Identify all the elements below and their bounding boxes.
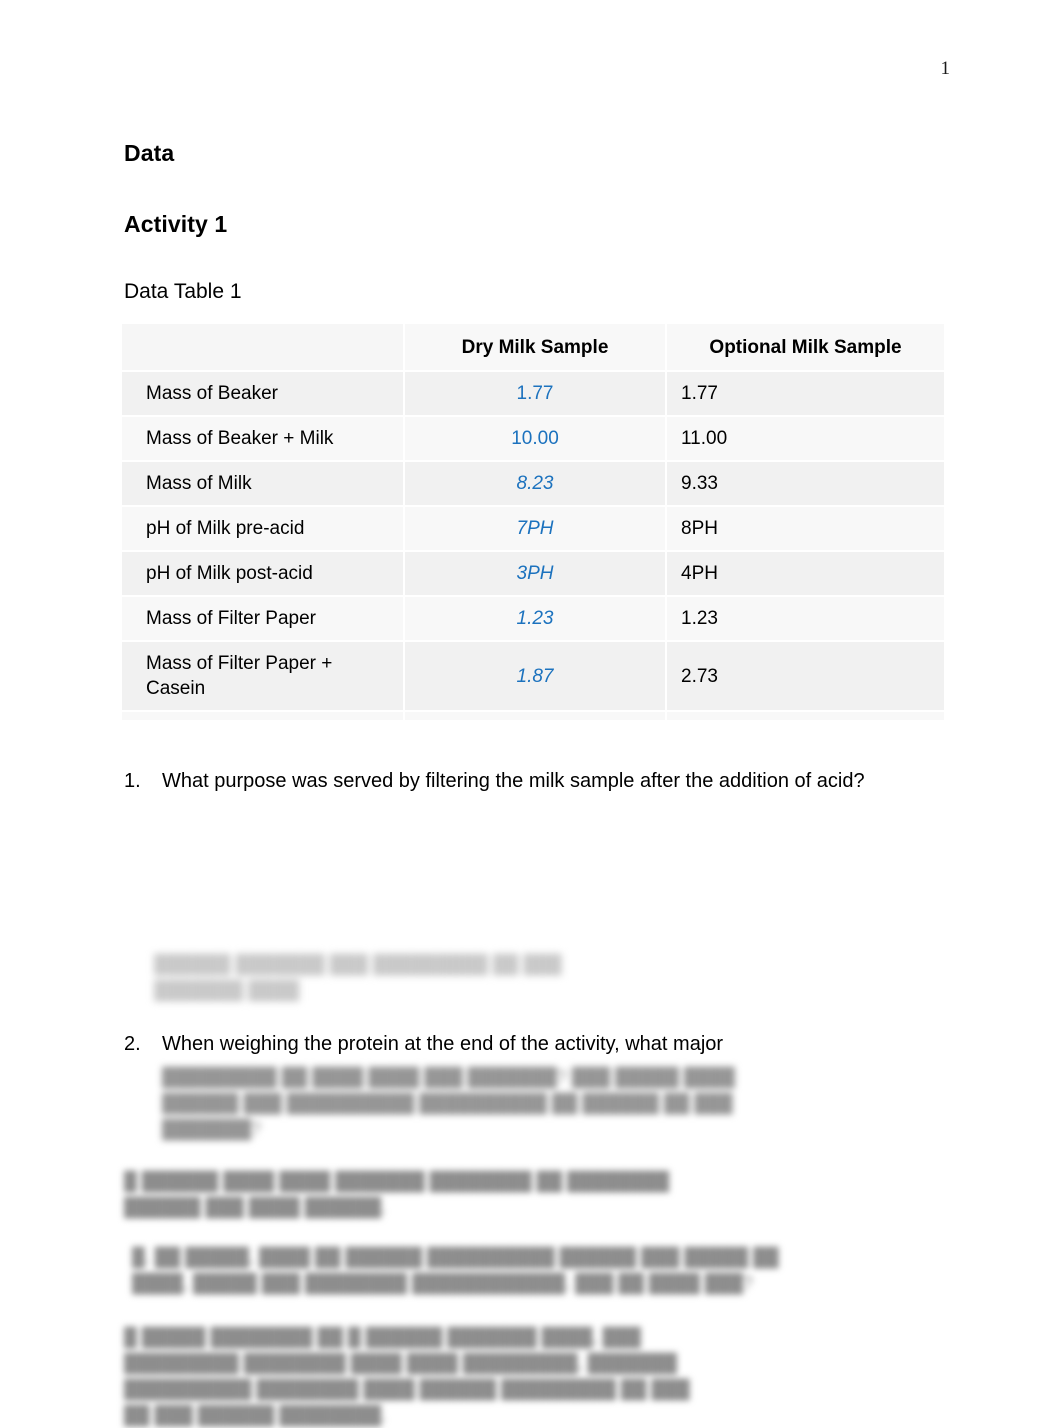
column-header-dry-milk: Dry Milk Sample — [404, 324, 667, 372]
redacted-text-above-question-2: ██████ ███████ ███ █████████ ██ ███ ████… — [154, 954, 562, 1000]
question-2: 2. When weighing the protein at the end … — [124, 1031, 940, 1058]
row-label: Mass of Milk — [122, 461, 405, 507]
row-label: Mass of Beaker + Milk — [122, 416, 405, 462]
page-title: Data — [124, 140, 175, 166]
cell-dry-milk: 22.7 — [404, 711, 667, 720]
table-row: Mass of Beaker 1.77 1.77 — [122, 371, 944, 417]
cell-optional-milk: 4PH — [666, 551, 944, 597]
cell-optional-milk: 9.33 — [666, 461, 944, 507]
redacted-answer-3: █ █████ ████████ ██ █ ██████ ███████ ███… — [124, 1327, 690, 1425]
row-label: Mass of Filter Paper — [122, 596, 405, 642]
table-row: Mass of Beaker + Milk 10.00 11.00 — [122, 416, 944, 462]
cell-dry-milk: 3PH — [404, 551, 667, 597]
document-content: Data Activity 1 Data Table 1 Dry Milk Sa… — [122, 140, 944, 1428]
cell-optional-milk: 11.00 — [666, 416, 944, 462]
column-header-label — [122, 324, 405, 372]
redacted-answer-2: █ ██████ ████ ████ ███████ ████████ ██ █… — [124, 1171, 670, 1217]
row-label: Mass of Casein — [122, 711, 405, 720]
table-caption: Data Table 1 — [124, 280, 242, 303]
table-row: pH of Milk post-acid 3PH 4PH — [122, 551, 944, 597]
cell-dry-milk: 1.23 — [404, 596, 667, 642]
page-number: 1 — [940, 58, 951, 79]
cell-optional-milk: 1.23 — [666, 596, 944, 642]
data-table-1: Dry Milk Sample Optional Milk Sample Mas… — [122, 324, 944, 720]
table-header-row: Dry Milk Sample Optional Milk Sample — [122, 324, 944, 372]
question-1-number: 1. — [124, 770, 141, 792]
cell-optional-milk: 2.73 — [666, 641, 944, 712]
cell-dry-milk: 1.77 — [404, 371, 667, 417]
table-row: pH of Milk pre-acid 7PH 8PH — [122, 506, 944, 552]
question-2-number: 2. — [124, 1033, 141, 1055]
cell-dry-milk: 10.00 — [404, 416, 667, 462]
cell-dry-milk: 1.87 — [404, 641, 667, 712]
redacted-question-3: █. ██ █████, ████ ██ ██████ ██████████ █… — [132, 1247, 779, 1293]
cell-optional-milk: 29.2 — [666, 711, 944, 720]
cell-dry-milk: 7PH — [404, 506, 667, 552]
cell-optional-milk: 1.77 — [666, 371, 944, 417]
redacted-question-2-continuation: █████████ ██ ████ ████ ███ ███████? ███ … — [162, 1067, 735, 1139]
question-1-text: What purpose was served by filtering the… — [162, 770, 865, 792]
row-label: Mass of Filter Paper + Casein — [122, 641, 405, 712]
questions-list: 1. What purpose was served by filtering … — [124, 768, 940, 1428]
data-table-container: Dry Milk Sample Optional Milk Sample Mas… — [122, 324, 944, 720]
activity-heading: Activity 1 — [124, 211, 228, 237]
row-label: pH of Milk post-acid — [122, 551, 405, 597]
cell-dry-milk: 8.23 — [404, 461, 667, 507]
table-row: Mass of Filter Paper + Casein 1.87 2.73 — [122, 641, 944, 712]
question-1: 1. What purpose was served by filtering … — [124, 768, 940, 795]
table-row: Mass of Filter Paper 1.23 1.23 — [122, 596, 944, 642]
table-row: Mass of Casein 22.7 29.2 — [122, 711, 944, 720]
row-label: pH of Milk pre-acid — [122, 506, 405, 552]
question-2-text: When weighing the protein at the end of … — [162, 1033, 724, 1055]
row-label: Mass of Beaker — [122, 371, 405, 417]
column-header-optional-milk: Optional Milk Sample — [666, 324, 944, 372]
cell-optional-milk: 8PH — [666, 506, 944, 552]
table-row: Mass of Milk 8.23 9.33 — [122, 461, 944, 507]
